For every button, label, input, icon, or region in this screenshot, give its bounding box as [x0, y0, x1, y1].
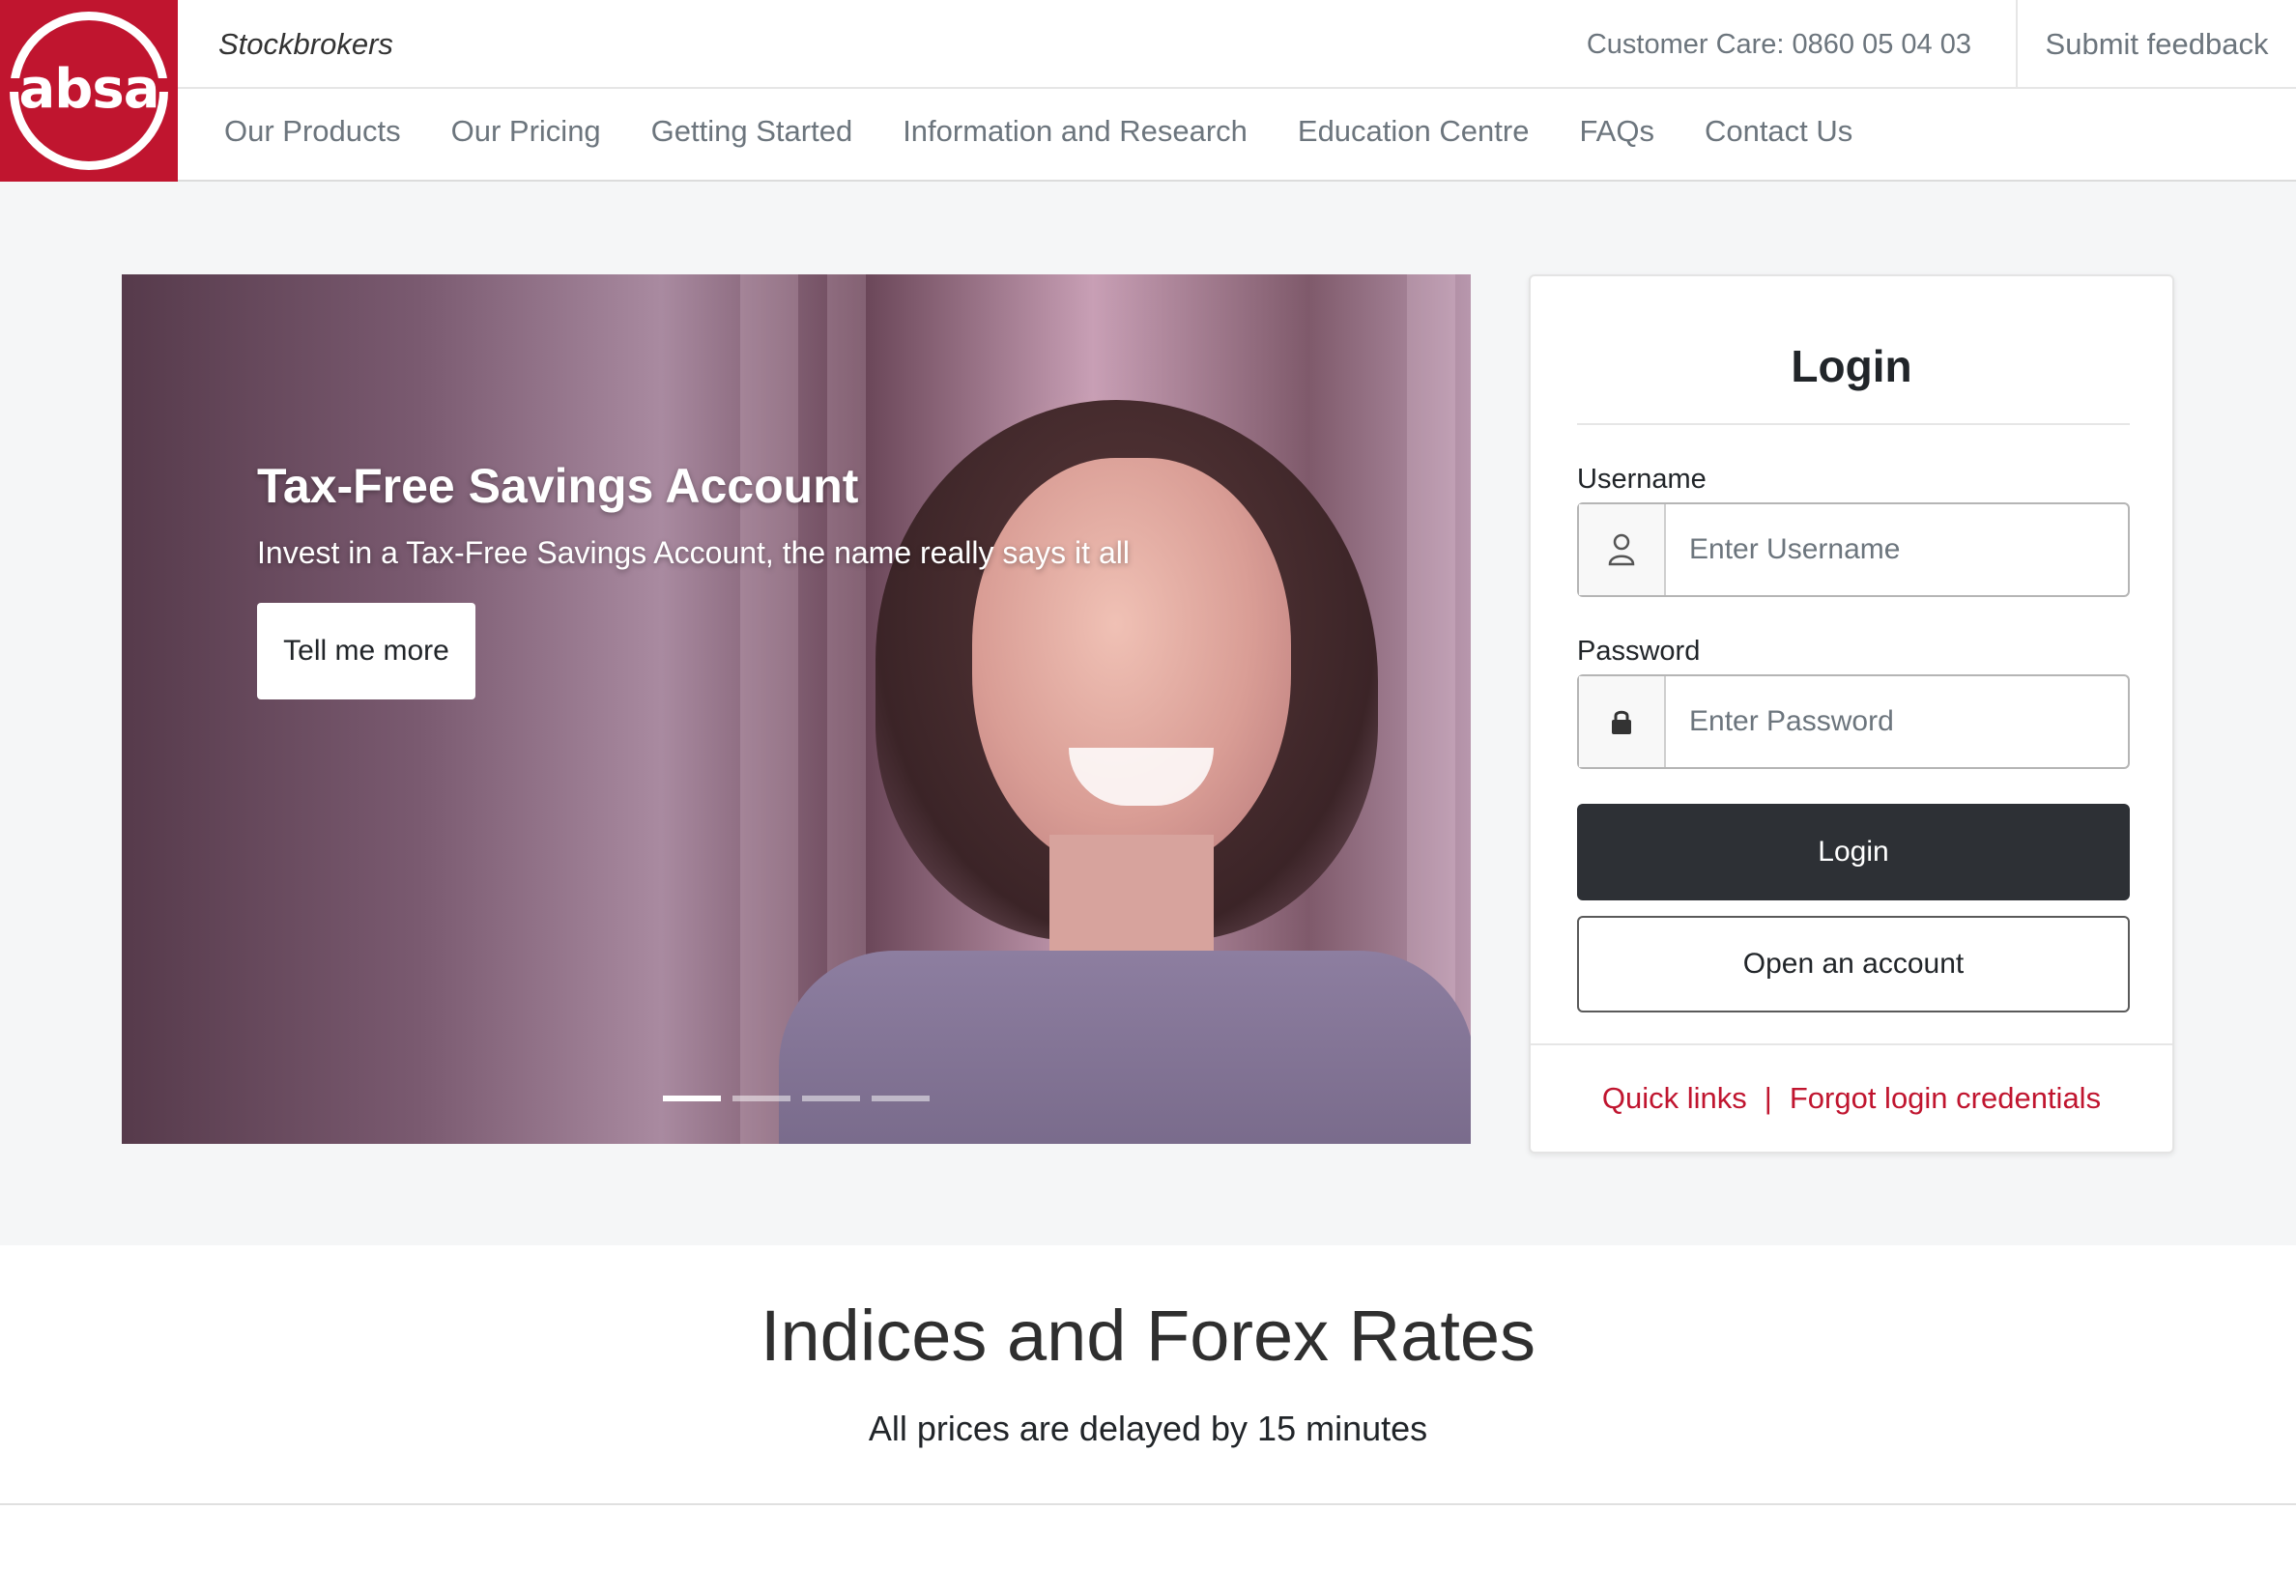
quick-links-link[interactable]: Quick links	[1602, 1081, 1747, 1116]
username-label: Username	[1577, 464, 1707, 495]
lock-icon	[1579, 676, 1666, 767]
username-input[interactable]: Enter Username	[1666, 504, 2128, 595]
customer-care-number: Customer Care: 0860 05 04 03	[1586, 29, 1971, 60]
password-input[interactable]: Enter Password	[1666, 676, 2128, 767]
carousel-indicators	[663, 1096, 930, 1101]
site-header: absa Stockbrokers Customer Care: 0860 05…	[0, 0, 2296, 182]
hero-photo-shirt	[779, 951, 1471, 1144]
login-card: Login Username Enter Username Password E…	[1529, 274, 2174, 1154]
open-account-button[interactable]: Open an account	[1577, 916, 2130, 1012]
nav-getting-started[interactable]: Getting Started	[651, 114, 853, 149]
window-blind-decor	[740, 274, 798, 1144]
carousel-indicator-3[interactable]	[802, 1096, 860, 1101]
login-title: Login	[1791, 341, 1912, 391]
username-input-group: Enter Username	[1577, 502, 2130, 597]
submit-feedback-link[interactable]: Submit feedback	[2016, 0, 2296, 89]
nav-our-products[interactable]: Our Products	[224, 114, 401, 149]
section-divider	[0, 1503, 2296, 1505]
nav-our-pricing[interactable]: Our Pricing	[451, 114, 601, 149]
login-divider	[1577, 423, 2130, 425]
top-utility-bar: Stockbrokers Customer Care: 0860 05 04 0…	[178, 0, 2296, 89]
hero-subtitle: Invest in a Tax-Free Savings Account, th…	[257, 535, 1130, 570]
main-nav: Our Products Our Pricing Getting Started…	[224, 114, 1852, 149]
nav-information-research[interactable]: Information and Research	[903, 114, 1248, 149]
login-button[interactable]: Login	[1577, 804, 2130, 900]
indices-section-title: Indices and Forex Rates	[760, 1296, 1536, 1376]
brand-sub-label: Stockbrokers	[218, 27, 393, 61]
password-label: Password	[1577, 636, 1701, 667]
carousel-indicator-4[interactable]	[872, 1096, 930, 1101]
logo-text: absa	[18, 57, 160, 121]
indices-section-subtitle: All prices are delayed by 15 minutes	[868, 1409, 1428, 1448]
hero-photo-face	[972, 458, 1291, 873]
forgot-credentials-link[interactable]: Forgot login credentials	[1790, 1081, 2101, 1116]
hero-title: Tax-Free Savings Account	[257, 459, 859, 513]
nav-contact-us[interactable]: Contact Us	[1705, 114, 1852, 149]
login-footer-links: Quick links | Forgot login credentials	[1531, 1043, 2172, 1152]
tell-me-more-button[interactable]: Tell me more	[257, 603, 475, 699]
carousel-indicator-2[interactable]	[732, 1096, 790, 1101]
hero-carousel[interactable]: Tax-Free Savings Account Invest in a Tax…	[122, 274, 1471, 1144]
nav-faqs[interactable]: FAQs	[1579, 114, 1654, 149]
carousel-indicator-1[interactable]	[663, 1096, 721, 1101]
password-input-group: Enter Password	[1577, 674, 2130, 769]
logo-ring: absa	[7, 12, 171, 170]
absa-logo[interactable]: absa	[0, 0, 178, 182]
nav-education-centre[interactable]: Education Centre	[1298, 114, 1530, 149]
footer-separator: |	[1764, 1081, 1772, 1115]
user-icon	[1579, 504, 1666, 595]
